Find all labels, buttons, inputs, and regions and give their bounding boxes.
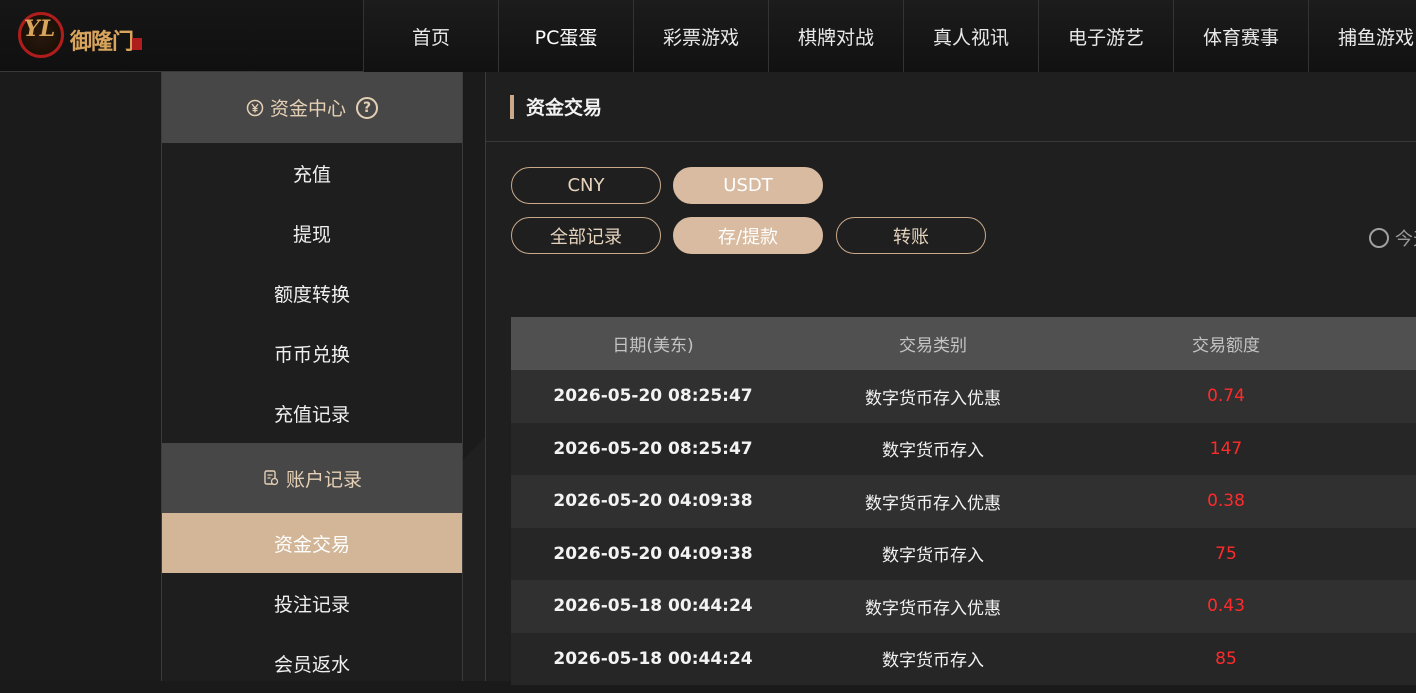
fund-center-header: 资金中心 ? (162, 72, 462, 143)
nav-item-home[interactable]: 首页 (363, 0, 498, 72)
main-panel: 资金交易 CNY USDT 全部记录 存/提款 转账 今天 日期(美东) 交易类… (485, 72, 1416, 685)
account-records-title: 账户记录 (285, 468, 362, 491)
cell-type: 数字货币存入优惠 (865, 388, 1001, 409)
sidebar-item-coin-exchange[interactable]: 币币兑换 (162, 323, 462, 383)
currency-tab-usdt[interactable]: USDT (673, 167, 823, 204)
sidebar-item-deposit-records[interactable]: 充值记录 (162, 383, 462, 443)
account-records-header: 账户记录 (162, 443, 462, 513)
currency-tab-cny[interactable]: CNY (511, 167, 661, 204)
column-header-type: 交易类别 (899, 336, 967, 356)
cell-amount: 147 (1209, 438, 1243, 459)
transactions-table: 日期(美东) 交易类别 交易额度 2026-05-20 08:25:47 数字货… (511, 317, 1416, 685)
cell-amount: 0.74 (1207, 386, 1245, 407)
table-row: 2026-05-20 04:09:38 数字货币存入 75 (511, 527, 1416, 580)
cell-date: 2026-05-20 08:25:47 (553, 438, 753, 459)
main-nav: 首页 PC蛋蛋 彩票游戏 棋牌对战 真人视讯 电子游艺 体育赛事 捕鱼游戏 (363, 0, 1416, 72)
table-body: 2026-05-20 08:25:47 数字货币存入优惠 0.74 2026-0… (511, 370, 1416, 685)
sidebar-item-deposit[interactable]: 充值 (162, 143, 462, 203)
cell-date: 2026-05-20 04:09:38 (553, 543, 753, 564)
nav-item-slots[interactable]: 电子游艺 (1038, 0, 1173, 72)
sidebar: 资金中心 ? 充值 提现 额度转换 币币兑换 充值记录 账户记录 资金交易 投注… (161, 72, 463, 681)
table-row: 2026-05-20 08:25:47 数字货币存入优惠 0.74 (511, 370, 1416, 423)
date-filter-label: 今天 (1395, 229, 1416, 250)
sidebar-item-bet-records[interactable]: 投注记录 (162, 573, 462, 633)
cell-amount: 85 (1215, 648, 1237, 669)
cell-amount: 75 (1215, 543, 1237, 564)
table-row: 2026-05-18 00:44:24 数字货币存入 85 (511, 632, 1416, 685)
cell-date: 2026-05-18 00:44:24 (553, 596, 753, 617)
top-navigation-bar: YL 御隆门 首页 PC蛋蛋 彩票游戏 棋牌对战 真人视讯 电子游艺 体育赛事 … (0, 0, 1416, 72)
nav-item-pc-eggs[interactable]: PC蛋蛋 (498, 0, 633, 72)
sidebar-item-member-rebate[interactable]: 会员返水 (162, 633, 462, 693)
cell-type: 数字货币存入优惠 (865, 598, 1001, 619)
record-tab-deposit-withdraw[interactable]: 存/提款 (673, 217, 823, 254)
table-header: 日期(美东) 交易类别 交易额度 (511, 317, 1416, 370)
table-row: 2026-05-18 00:44:24 数字货币存入优惠 0.43 (511, 580, 1416, 633)
table-row: 2026-05-20 08:25:47 数字货币存入 147 (511, 422, 1416, 475)
column-header-date: 日期(美东) (612, 336, 694, 356)
nav-item-card-games[interactable]: 棋牌对战 (768, 0, 903, 72)
logo-text: 御隆门 (70, 29, 134, 55)
column-header-amount: 交易额度 (1192, 336, 1260, 356)
brand-logo[interactable]: YL 御隆门 (18, 8, 148, 64)
cell-amount: 0.38 (1207, 491, 1245, 512)
nav-item-fishing[interactable]: 捕鱼游戏 (1308, 0, 1416, 72)
page-title-bar: 资金交易 (486, 72, 1416, 142)
help-icon[interactable]: ? (356, 96, 378, 119)
nav-item-live-casino[interactable]: 真人视讯 (903, 0, 1038, 72)
sidebar-item-transfer-quota[interactable]: 额度转换 (162, 263, 462, 323)
cell-type: 数字货币存入 (882, 651, 984, 672)
cell-date: 2026-05-18 00:44:24 (553, 648, 753, 669)
page-title: 资金交易 (526, 97, 603, 119)
sidebar-item-withdraw[interactable]: 提现 (162, 203, 462, 263)
radio-button[interactable] (1369, 228, 1389, 248)
yen-coin-icon (246, 99, 264, 117)
title-accent-bar (510, 94, 514, 119)
cell-amount: 0.43 (1207, 596, 1245, 617)
nav-item-sports[interactable]: 体育赛事 (1173, 0, 1308, 72)
cell-type: 数字货币存入 (882, 546, 984, 567)
records-icon (262, 469, 280, 487)
cell-type: 数字货币存入 (882, 441, 984, 462)
table-row: 2026-05-20 04:09:38 数字货币存入优惠 0.38 (511, 475, 1416, 528)
cell-type: 数字货币存入优惠 (865, 493, 1001, 514)
logo-monogram: YL (24, 16, 56, 42)
date-filter-today[interactable]: 今天 (1369, 225, 1416, 251)
fund-center-title: 资金中心 (269, 98, 346, 120)
sidebar-item-fund-transactions[interactable]: 资金交易 (162, 513, 462, 573)
cell-date: 2026-05-20 04:09:38 (553, 491, 753, 512)
logo-seal (132, 38, 142, 50)
nav-item-lottery[interactable]: 彩票游戏 (633, 0, 768, 72)
record-tab-transfer[interactable]: 转账 (836, 217, 986, 254)
record-tab-all[interactable]: 全部记录 (511, 217, 661, 254)
cell-date: 2026-05-20 08:25:47 (553, 386, 753, 407)
